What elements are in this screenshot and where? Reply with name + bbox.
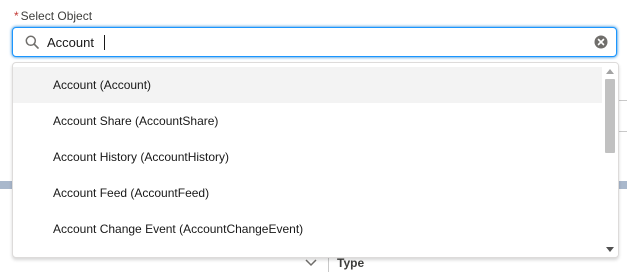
listbox-scrollbar[interactable]	[602, 63, 618, 257]
option-label: Account (Account)	[53, 78, 152, 92]
background-band-left	[0, 181, 12, 189]
object-search-combobox[interactable]	[12, 27, 617, 57]
field-label-text: Select Object	[20, 9, 93, 23]
text-cursor	[104, 35, 105, 50]
options-list: Account (Account) Account Share (Account…	[13, 67, 602, 247]
field-label: * Select Object	[14, 9, 92, 23]
option-label: Account History (AccountHistory)	[53, 150, 230, 164]
option-item[interactable]: Account (Account)	[13, 67, 602, 103]
scroll-thumb[interactable]	[605, 79, 615, 153]
clear-icon[interactable]	[594, 35, 608, 49]
scroll-up-arrow-icon[interactable]	[602, 65, 618, 77]
option-item[interactable]: Account Feed (AccountFeed)	[13, 175, 602, 211]
option-label: Account Change Event (AccountChangeEvent…	[53, 222, 304, 236]
required-marker: *	[14, 9, 19, 23]
scroll-down-arrow-icon[interactable]	[602, 243, 618, 255]
option-item[interactable]: Account Share (AccountShare)	[13, 103, 602, 139]
chevron-down-icon[interactable]	[300, 259, 322, 267]
option-item[interactable]: Account History (AccountHistory)	[13, 139, 602, 175]
option-label: Account Share (AccountShare)	[53, 114, 219, 128]
option-label: Account Feed (AccountFeed)	[53, 186, 210, 200]
object-options-listbox[interactable]: Account (Account) Account Share (Account…	[12, 62, 619, 258]
object-search-input[interactable]	[47, 30, 594, 54]
search-icon	[25, 35, 39, 49]
option-item[interactable]: Account Change Event (AccountChangeEvent…	[13, 211, 602, 247]
